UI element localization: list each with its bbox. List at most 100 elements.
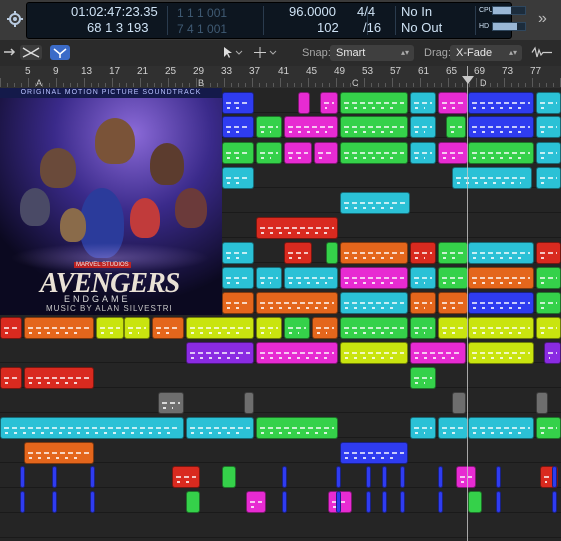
track-region[interactable] <box>0 317 22 339</box>
flex-view-icon[interactable] <box>20 45 42 60</box>
track-region[interactable] <box>468 92 534 114</box>
tempo-value[interactable]: 96.0000 <box>289 5 336 19</box>
track-region[interactable] <box>186 417 254 439</box>
playhead-handle[interactable] <box>462 76 474 84</box>
track-region[interactable] <box>312 317 338 339</box>
track-region[interactable] <box>256 292 338 314</box>
track-region[interactable] <box>256 142 282 164</box>
track-region[interactable] <box>340 292 408 314</box>
track-region[interactable] <box>340 242 408 264</box>
track-region[interactable] <box>246 491 266 513</box>
track-region[interactable] <box>124 317 150 339</box>
track-region[interactable] <box>0 367 22 389</box>
track-region[interactable] <box>400 491 405 513</box>
track-region[interactable] <box>536 242 561 264</box>
track-region[interactable] <box>468 417 534 439</box>
track-region[interactable] <box>256 267 282 289</box>
track-region[interactable] <box>410 317 436 339</box>
track-region[interactable] <box>410 92 436 114</box>
track-region[interactable] <box>222 167 254 189</box>
track-region[interactable] <box>96 317 124 339</box>
snap-select[interactable]: Smart ▴▾ <box>330 45 414 61</box>
track-region[interactable] <box>468 342 534 364</box>
track-region[interactable] <box>90 491 95 513</box>
track-region[interactable] <box>284 317 310 339</box>
track-region[interactable] <box>410 242 436 264</box>
track-region[interactable] <box>284 267 338 289</box>
track-region[interactable] <box>186 317 254 339</box>
track-region[interactable] <box>320 92 338 114</box>
track-region[interactable] <box>90 466 95 488</box>
track-region[interactable] <box>186 342 254 364</box>
track-region[interactable] <box>410 417 436 439</box>
track-region[interactable] <box>468 116 534 138</box>
track-region[interactable] <box>536 167 561 189</box>
track-region[interactable] <box>468 491 482 513</box>
track-region[interactable] <box>438 292 468 314</box>
track-region[interactable] <box>438 242 468 264</box>
track-region[interactable] <box>410 342 466 364</box>
track-region[interactable] <box>536 267 561 289</box>
track-region[interactable] <box>438 267 468 289</box>
track-region[interactable] <box>52 491 57 513</box>
track-region[interactable] <box>340 317 408 339</box>
pointer-tool-icon[interactable] <box>216 45 244 60</box>
track-region[interactable] <box>340 142 408 164</box>
track-region[interactable] <box>222 92 254 114</box>
track-region[interactable] <box>438 491 443 513</box>
track-region[interactable] <box>284 116 338 138</box>
track-region[interactable] <box>456 466 476 488</box>
track-region[interactable] <box>256 342 338 364</box>
bar-ruler[interactable]: 5 9 13 17 21 25 29 33 37 41 45 49 53 57 61 65 69 73 77 A B C D <box>0 66 561 89</box>
flex-time-icon[interactable] <box>50 45 70 60</box>
track-region[interactable] <box>222 466 236 488</box>
track-region[interactable] <box>24 442 94 464</box>
marker-label[interactable]: C <box>352 78 359 88</box>
track-region[interactable] <box>52 466 57 488</box>
track-region[interactable] <box>452 167 532 189</box>
track-region[interactable] <box>256 116 282 138</box>
track-region[interactable] <box>186 491 200 513</box>
track-region[interactable] <box>468 267 534 289</box>
drag-select[interactable]: X-Fade ▴▾ <box>450 45 522 61</box>
track-region[interactable] <box>552 491 557 513</box>
marker-label[interactable]: B <box>198 78 204 88</box>
track-region[interactable] <box>468 292 534 314</box>
track-region[interactable] <box>438 142 468 164</box>
track-region[interactable] <box>336 466 341 488</box>
time-signature[interactable]: 4/4 <box>357 5 375 19</box>
track-region[interactable] <box>410 292 436 314</box>
track-region[interactable] <box>314 142 338 164</box>
track-region[interactable] <box>340 267 408 289</box>
lcd-display[interactable]: 01:02:47:23.35 68 1 3 193 1 1 1 001 7 4 … <box>26 2 512 39</box>
track-region[interactable] <box>446 116 466 138</box>
track-region[interactable] <box>20 466 25 488</box>
track-region[interactable] <box>536 292 561 314</box>
track-region[interactable] <box>172 466 200 488</box>
track-region[interactable] <box>410 367 436 389</box>
track-region[interactable] <box>410 142 436 164</box>
track-region[interactable] <box>536 142 561 164</box>
track-region[interactable] <box>256 317 282 339</box>
track-region[interactable] <box>20 491 25 513</box>
track-region[interactable] <box>336 491 341 513</box>
track-region[interactable] <box>438 417 468 439</box>
track-region[interactable] <box>438 92 468 114</box>
track-region[interactable] <box>282 466 287 488</box>
track-region[interactable] <box>544 342 561 364</box>
marker-label[interactable]: A <box>36 78 42 88</box>
track-region[interactable] <box>382 466 387 488</box>
track-region[interactable] <box>468 142 534 164</box>
track-region[interactable] <box>284 142 312 164</box>
track-region[interactable] <box>340 116 408 138</box>
track-region[interactable] <box>340 92 408 114</box>
track-region[interactable] <box>222 242 254 264</box>
track-region[interactable] <box>536 317 561 339</box>
track-region[interactable] <box>0 417 184 439</box>
track-region[interactable] <box>244 392 254 414</box>
track-region[interactable] <box>536 92 561 114</box>
track-region[interactable] <box>222 292 254 314</box>
marker-label[interactable]: D <box>480 78 487 88</box>
track-region[interactable] <box>340 192 410 214</box>
track-region[interactable] <box>340 342 408 364</box>
